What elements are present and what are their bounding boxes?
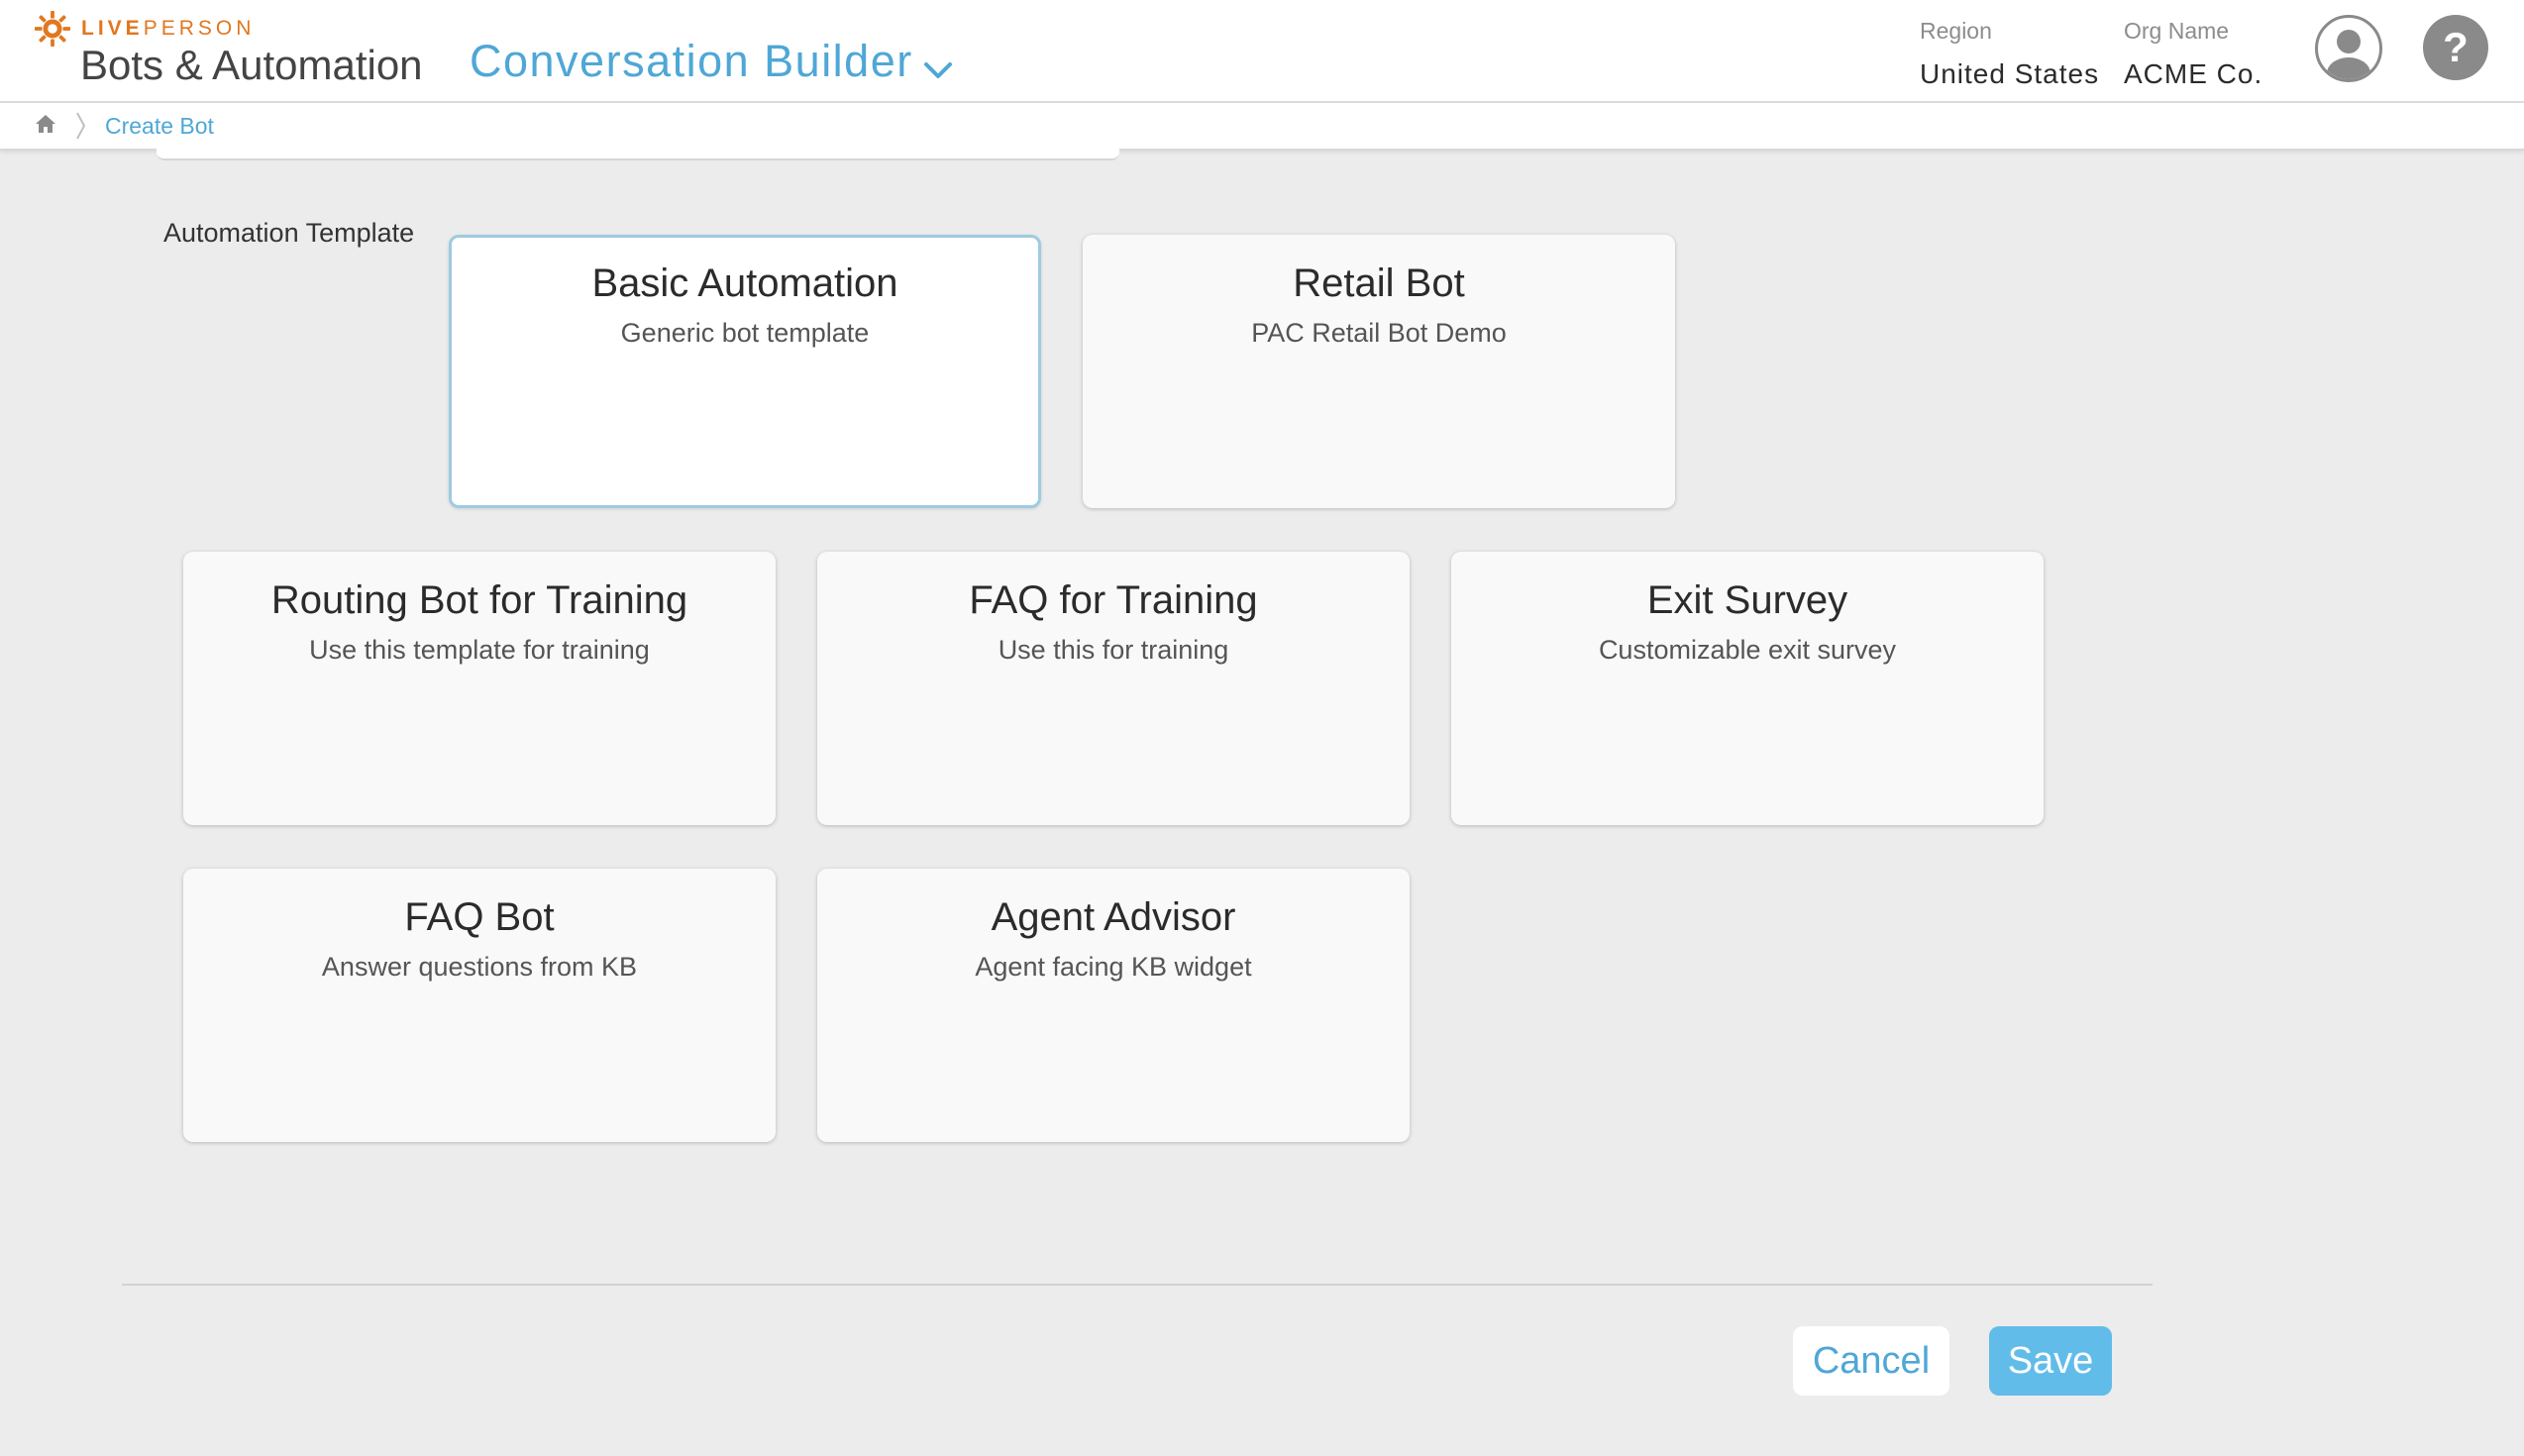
user-icon [2327,30,2370,79]
card-subtitle: Answer questions from KB [321,952,638,982]
template-card-retail-bot[interactable]: Retail Bot PAC Retail Bot Demo [1083,235,1675,508]
save-button[interactable]: Save [1989,1326,2112,1396]
cancel-button[interactable]: Cancel [1793,1326,1949,1396]
card-subtitle: Customizable exit survey [1598,635,1897,665]
card-title: Retail Bot [1293,261,1465,305]
region-value: United States [1920,58,2100,89]
card-subtitle: Use this template for training [309,635,650,665]
card-title: FAQ Bot [404,895,555,939]
card-subtitle: PAC Retail Bot Demo [1251,318,1507,348]
card-subtitle: Use this for training [998,635,1229,665]
org-label: Org Name [2124,18,2230,44]
card-subtitle: Agent facing KB widget [975,952,1252,982]
card-title: Routing Bot for Training [270,578,688,622]
question-mark-icon: ? [2443,24,2469,70]
org-value: ACME Co. [2124,58,2263,89]
card-subtitle: Generic bot template [620,318,870,348]
card-title: Agent Advisor [991,895,1236,939]
template-card-faq-bot[interactable]: FAQ Bot Answer questions from KB [183,869,776,1142]
region-label: Region [1920,18,1992,44]
card-title: FAQ for Training [969,578,1258,622]
chevron-down-icon [923,62,952,78]
sun-logo-icon [34,10,71,48]
card-title: Basic Automation [591,261,898,305]
product-name: Bots & Automation [80,42,423,88]
automation-template-label: Automation Template [163,218,415,248]
home-icon[interactable] [34,113,57,135]
app-switcher-dropdown[interactable]: Conversation Builder [470,36,953,87]
user-avatar-button[interactable] [2315,15,2382,82]
brand-wordmark: LIVEPERSON [81,17,256,40]
top-header: LIVEPERSON Bots & Automation Conversatio… [0,0,2524,103]
app-switcher-label: Conversation Builder [470,36,913,86]
template-card-basic-automation[interactable]: Basic Automation Generic bot template [449,235,1041,508]
help-button[interactable]: ? [2423,15,2488,80]
footer-divider [122,1284,2153,1286]
region-info: Region United States [1920,18,2099,90]
previous-field-edge [157,139,1119,160]
chevron-right-icon [76,112,86,140]
template-card-routing-bot-for-training[interactable]: Routing Bot for Training Use this templa… [183,552,776,825]
card-title: Exit Survey [1646,578,1848,622]
template-card-agent-advisor[interactable]: Agent Advisor Agent facing KB widget [817,869,1410,1142]
breadcrumb-create-bot[interactable]: Create Bot [105,113,214,140]
template-card-exit-survey[interactable]: Exit Survey Customizable exit survey [1451,552,2044,825]
template-card-faq-for-training[interactable]: FAQ for Training Use this for training [817,552,1410,825]
org-info: Org Name ACME Co. [2124,18,2262,90]
